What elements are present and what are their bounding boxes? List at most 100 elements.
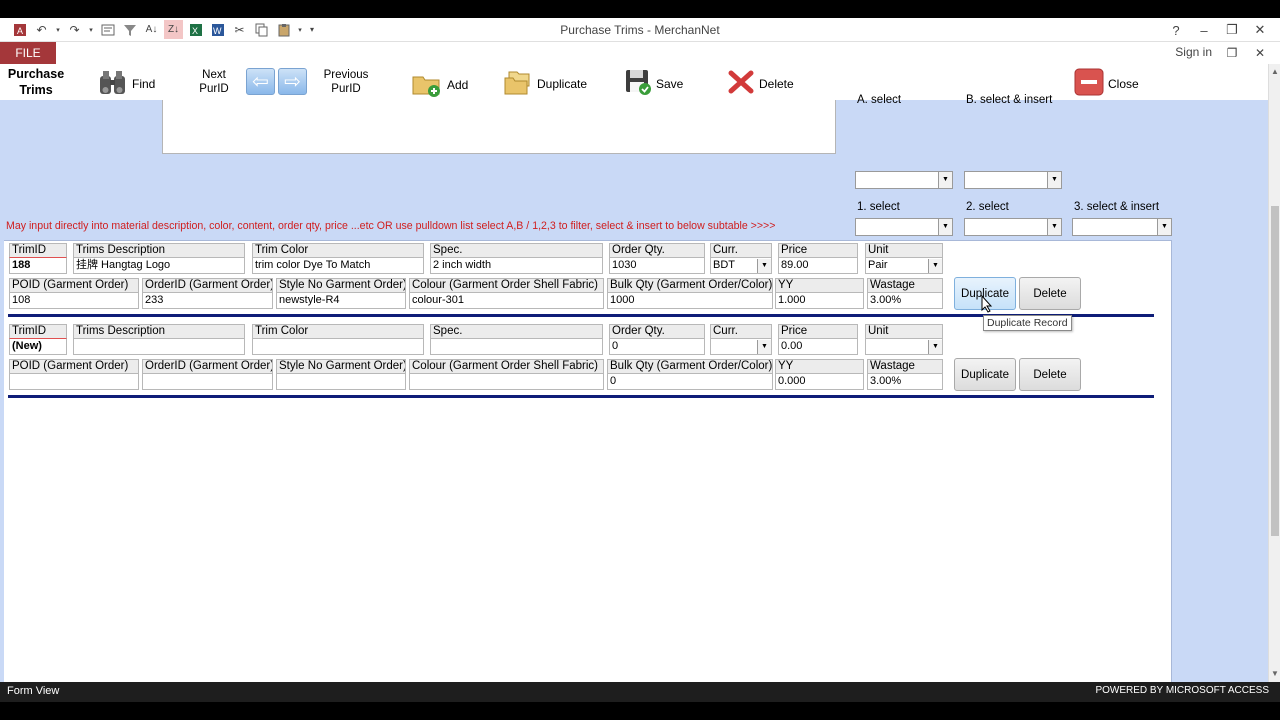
next-arrow-button[interactable]: ⇦ <box>246 68 275 95</box>
status-bar: Form View POWERED BY MICROSOFT ACCESS <box>0 682 1280 702</box>
trim-color-label: Trim Color <box>252 243 424 258</box>
find-button[interactable]: Find <box>98 68 155 99</box>
chevron-down-icon[interactable]: ▼ <box>757 259 771 273</box>
duplicate-folder-icon <box>503 68 533 99</box>
select1-combo[interactable]: ▼ <box>855 218 953 236</box>
filter-b-label: B. select & insert <box>966 94 1053 106</box>
add-folder-icon <box>411 69 443 100</box>
chevron-down-icon[interactable]: ▼ <box>1157 219 1171 235</box>
style-no-label: Style No Garment Order) <box>276 359 406 374</box>
form-toolbar: Purchase Trims Find Next PurID ⇦ ⇨ Previ… <box>0 64 1268 100</box>
filter-a-label: A. select <box>857 94 902 106</box>
bulk-qty-label: Bulk Qty (Garment Order/Color) <box>607 278 773 293</box>
window-controls: ? – ❐ ✕ <box>1162 19 1274 41</box>
filter-b-combo[interactable]: ▼ <box>964 171 1062 189</box>
duplicate-record-button[interactable]: Duplicate <box>954 358 1016 391</box>
material-description-memo[interactable] <box>162 100 836 154</box>
duplicate-toolbar-button[interactable]: Duplicate <box>503 68 587 99</box>
sign-in-link[interactable]: Sign in <box>1175 45 1212 59</box>
trim-color-input[interactable]: trim color Dye To Match <box>252 258 424 274</box>
doc-restore-button[interactable]: ❐ <box>1218 42 1246 64</box>
bulk-qty-input[interactable]: 1000 <box>607 293 773 309</box>
vertical-scrollbar[interactable]: ▲ ▼ <box>1268 64 1280 682</box>
trim-color-input[interactable] <box>252 339 424 355</box>
chevron-down-icon[interactable]: ▼ <box>1047 172 1061 188</box>
order-id-label: OrderID (Garment Order) <box>142 278 273 293</box>
trims-description-label: Trims Description <box>73 324 245 339</box>
select3-label: 3. select & insert <box>1074 201 1160 213</box>
chevron-down-icon[interactable]: ▼ <box>938 219 952 235</box>
bulk-qty-input[interactable]: 0 <box>607 374 773 390</box>
poid-label: POID (Garment Order) <box>9 278 139 293</box>
save-button[interactable]: Save <box>624 68 683 99</box>
select3-combo[interactable]: ▼ <box>1072 218 1172 236</box>
chevron-down-icon[interactable]: ▼ <box>928 340 942 354</box>
curr-label: Curr. <box>710 243 772 258</box>
minimize-button[interactable]: – <box>1190 19 1218 41</box>
doc-close-button[interactable]: ✕ <box>1246 42 1274 64</box>
chevron-down-icon[interactable]: ▼ <box>1047 219 1061 235</box>
order-qty-input[interactable]: 1030 <box>609 258 705 274</box>
order-id-input[interactable] <box>142 374 273 390</box>
spec-input[interactable]: 2 inch width <box>430 258 603 274</box>
trim-id-value[interactable]: (New) <box>9 339 67 355</box>
duplicate-toolbar-label: Duplicate <box>537 76 588 91</box>
yy-input[interactable]: 0.000 <box>775 374 864 390</box>
style-no-input[interactable] <box>276 374 406 390</box>
select2-combo[interactable]: ▼ <box>964 218 1062 236</box>
scroll-down-icon[interactable]: ▼ <box>1269 668 1280 680</box>
style-no-label: Style No Garment Order) <box>276 278 406 293</box>
yy-input[interactable]: 1.000 <box>775 293 864 309</box>
trims-description-label: Trims Description <box>73 243 245 258</box>
chevron-down-icon[interactable]: ▼ <box>928 259 942 273</box>
colour-input[interactable]: colour-301 <box>409 293 604 309</box>
letterbox-bottom <box>0 702 1280 720</box>
scroll-up-icon[interactable]: ▲ <box>1269 66 1280 78</box>
wastage-input[interactable]: 3.00% <box>867 293 943 309</box>
wastage-label: Wastage <box>867 359 943 374</box>
close-form-button[interactable]: Close <box>1074 68 1139 99</box>
red-x-icon <box>727 69 755 98</box>
restore-button[interactable]: ❐ <box>1218 19 1246 41</box>
chevron-down-icon[interactable]: ▼ <box>757 340 771 354</box>
previous-arrow-button[interactable]: ⇨ <box>278 68 307 95</box>
style-no-input[interactable]: newstyle-R4 <box>276 293 406 309</box>
select2-label: 2. select <box>966 201 1009 213</box>
poid-input[interactable] <box>9 374 139 390</box>
input-hint: May input directly into material descrip… <box>6 220 776 232</box>
wastage-input[interactable]: 3.00% <box>867 374 943 390</box>
order-qty-input[interactable]: 0 <box>609 339 705 355</box>
trims-description-input[interactable]: 挂牌 Hangtag Logo <box>73 258 245 274</box>
spec-label: Spec. <box>430 324 603 339</box>
price-label: Price <box>778 243 858 258</box>
poid-input[interactable]: 108 <box>9 293 139 309</box>
unit-label: Unit <box>865 324 943 339</box>
previous-purid-label: Previous PurID <box>323 69 369 95</box>
delete-record-button[interactable]: Delete <box>1019 277 1081 310</box>
letterbox-top <box>0 0 1280 18</box>
trims-description-input[interactable] <box>73 339 245 355</box>
find-label: Find <box>132 76 156 91</box>
file-tab[interactable]: FILE <box>0 42 56 64</box>
delete-toolbar-button[interactable]: Delete <box>727 69 794 98</box>
add-button[interactable]: Add <box>411 69 468 100</box>
help-icon[interactable]: ? <box>1162 19 1190 41</box>
trim-id-value[interactable]: 188 <box>9 258 67 274</box>
order-id-input[interactable]: 233 <box>142 293 273 309</box>
price-input[interactable]: 89.00 <box>778 258 858 274</box>
spec-label: Spec. <box>430 243 603 258</box>
price-input[interactable]: 0.00 <box>778 339 858 355</box>
close-window-button[interactable]: ✕ <box>1246 19 1274 41</box>
delete-record-button[interactable]: Delete <box>1019 358 1081 391</box>
delete-toolbar-label: Delete <box>759 76 794 91</box>
trim-id-label: TrimID <box>9 243 67 258</box>
arrow-right-icon: ⇨ <box>284 70 301 93</box>
colour-input[interactable] <box>409 374 604 390</box>
colour-label: Colour (Garment Order Shell Fabric) <box>409 278 604 293</box>
next-purid-label: Next PurID <box>199 69 229 95</box>
filter-a-combo[interactable]: ▼ <box>855 171 953 189</box>
scrollbar-thumb[interactable] <box>1271 206 1279 536</box>
save-label: Save <box>656 76 684 91</box>
spec-input[interactable] <box>430 339 603 355</box>
chevron-down-icon[interactable]: ▼ <box>938 172 952 188</box>
